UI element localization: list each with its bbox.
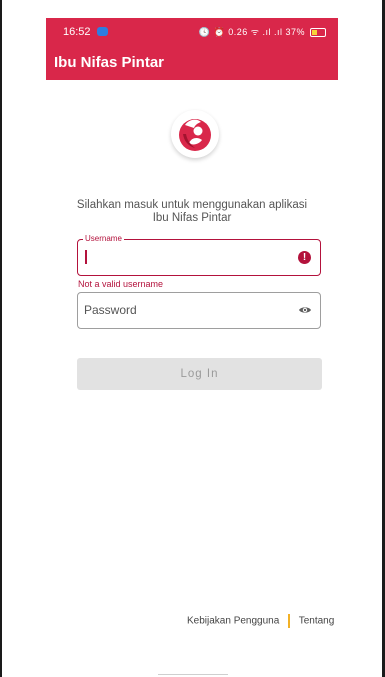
username-label: Username xyxy=(83,234,124,243)
alert-circle-icon: ! xyxy=(298,251,311,264)
eye-icon[interactable] xyxy=(298,305,312,315)
mother-baby-logo xyxy=(171,110,219,158)
password-input[interactable] xyxy=(84,302,284,318)
footer-separator xyxy=(288,614,291,628)
policy-link[interactable]: Kebijakan Pengguna xyxy=(187,616,279,627)
notification-app-icon xyxy=(97,27,108,36)
battery-icon xyxy=(310,28,326,38)
username-error-text: Not a valid username xyxy=(78,279,164,289)
password-field[interactable] xyxy=(77,292,321,329)
intro-line-1: Silahkan masuk untuk menggunakan aplikas… xyxy=(76,199,308,211)
username-field[interactable]: Username ! xyxy=(77,234,321,276)
status-indicators-text: 🕓 ⏰ 0.26 ᯤ .ıl .ıl 37% xyxy=(198,27,305,37)
text-cursor xyxy=(85,250,87,264)
intro-line-2: Ibu Nifas Pintar xyxy=(152,212,232,224)
about-link[interactable]: Tentang xyxy=(299,616,335,627)
status-indicators: 🕓 ⏰ 0.26 ᯤ .ıl .ıl 37% xyxy=(199,25,326,38)
app-bar: Ibu Nifas Pintar xyxy=(46,46,338,80)
status-time: 16:52 xyxy=(63,26,91,38)
status-bar: 16:52 🕓 ⏰ 0.26 ᯤ .ıl .ıl 37% xyxy=(46,18,338,46)
home-indicator xyxy=(158,674,228,675)
phone-screen: 16:52 🕓 ⏰ 0.26 ᯤ .ıl .ıl 37% Ibu Nifas P… xyxy=(46,18,338,677)
login-button[interactable]: Log In xyxy=(77,358,322,390)
frame-border-left xyxy=(0,0,2,677)
mother-baby-logo-graphic xyxy=(179,119,211,151)
app-title: Ibu Nifas Pintar xyxy=(54,54,165,71)
footer-links: Kebijakan Pengguna Tentang xyxy=(187,614,334,628)
intro-text: Silahkan masuk untuk menggunakan aplikas… xyxy=(66,199,318,225)
